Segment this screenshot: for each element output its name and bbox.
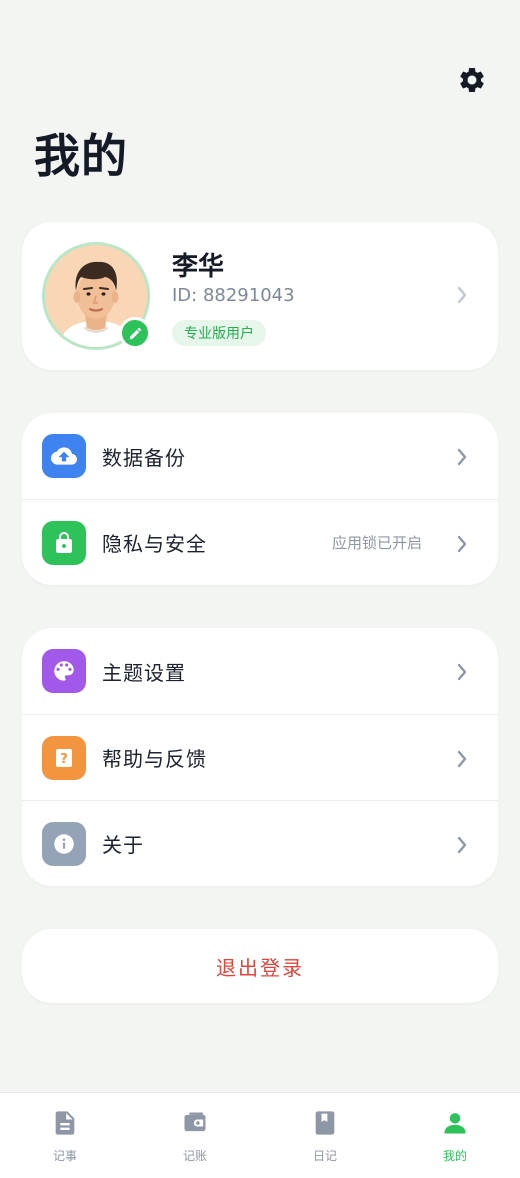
menu-item-data-backup[interactable]: 数据备份 — [22, 413, 498, 499]
app-lock-status: 应用锁已开启 — [331, 534, 422, 552]
menu-item-label: 数据备份 — [102, 445, 186, 470]
svg-text:?: ? — [60, 752, 68, 767]
chevron-right-icon — [456, 836, 468, 858]
chevron-right-icon — [456, 535, 468, 557]
profile-card[interactable]: 李华 ID: 88291043 专业版用户 — [22, 222, 498, 370]
profile-name: 李华 — [172, 252, 225, 282]
menu-item-label: 主题设置 — [102, 660, 186, 685]
tab-label: 我的 — [442, 1149, 467, 1163]
chevron-right-icon — [456, 448, 468, 470]
tab-label: 记账 — [182, 1149, 207, 1163]
gear-icon — [460, 68, 484, 92]
avatar-wrapper[interactable] — [42, 242, 151, 350]
page-title: 我的 — [34, 129, 128, 183]
chevron-right-icon — [456, 286, 468, 308]
tab-diary[interactable]: 日记 — [260, 1093, 390, 1178]
menu-group-general: 主题设置 ? 帮助与反馈 关于 — [22, 628, 498, 886]
menu-item-about[interactable]: 关于 — [22, 800, 498, 886]
note-document-icon — [55, 1111, 75, 1135]
menu-item-theme-settings[interactable]: 主题设置 — [22, 628, 498, 714]
tab-accounting[interactable]: 记账 — [130, 1093, 260, 1178]
menu-item-privacy-security[interactable]: 隐私与安全 应用锁已开启 — [22, 499, 498, 585]
palette-icon — [42, 649, 86, 693]
chevron-right-icon — [456, 663, 468, 685]
edit-avatar-button[interactable] — [119, 317, 151, 349]
tab-label: 日记 — [312, 1149, 337, 1163]
menu-item-label: 隐私与安全 — [102, 532, 207, 556]
menu-item-label: 帮助与反馈 — [102, 747, 207, 771]
tab-notes[interactable]: 记事 — [0, 1093, 130, 1178]
menu-group-data: 数据备份 隐私与安全 应用锁已开启 — [22, 413, 498, 585]
membership-badge: 专业版用户 — [172, 320, 266, 346]
cloud-upload-icon — [42, 434, 86, 478]
menu-item-help-feedback[interactable]: ? 帮助与反馈 — [22, 714, 498, 800]
help-icon: ? — [42, 736, 86, 780]
profile-id: ID: 88291043 — [172, 285, 295, 306]
menu-item-label: 关于 — [102, 833, 144, 857]
tab-label: 记事 — [52, 1149, 77, 1163]
logout-label: 退出登录 — [216, 955, 304, 980]
wallet-icon — [184, 1112, 206, 1132]
diary-book-icon — [315, 1111, 335, 1135]
settings-button[interactable] — [452, 60, 492, 100]
person-icon — [444, 1113, 466, 1134]
pencil-icon — [129, 327, 141, 339]
logout-button[interactable]: 退出登录 — [22, 929, 498, 1003]
info-icon — [42, 822, 86, 866]
tab-mine[interactable]: 我的 — [390, 1093, 520, 1178]
chevron-right-icon — [456, 750, 468, 772]
lock-icon — [42, 521, 86, 565]
bottom-tab-bar: 记事 记账 日记 我的 — [0, 1092, 520, 1178]
